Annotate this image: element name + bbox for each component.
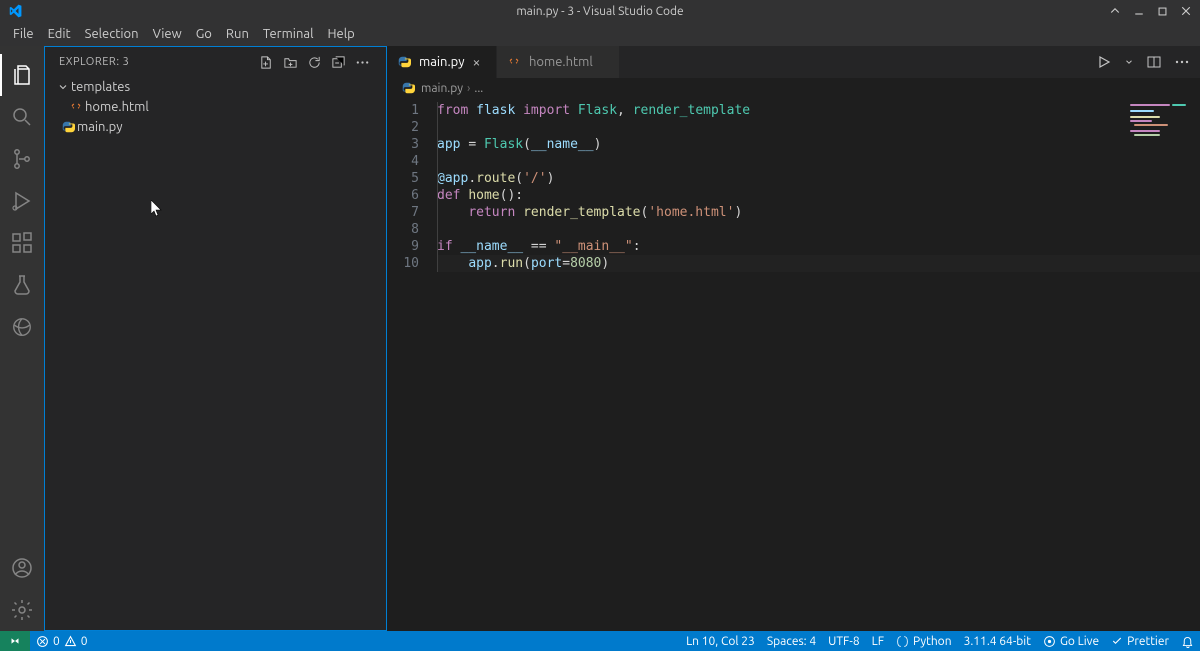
chevron-down-icon	[55, 81, 71, 93]
maximize-window-icon[interactable]	[1157, 6, 1168, 17]
run-dropdown-icon[interactable]	[1124, 57, 1134, 67]
explorer-activity-icon[interactable]	[0, 54, 44, 96]
vscode-logo-icon	[8, 3, 24, 19]
menu-bar: File Edit Selection View Go Run Terminal…	[0, 22, 1200, 46]
window-title: main.py - 3 - Visual Studio Code	[516, 5, 683, 18]
mouse-cursor-icon	[151, 200, 163, 218]
collapse-all-icon[interactable]	[328, 52, 348, 72]
menu-edit[interactable]: Edit	[41, 24, 78, 44]
cursor-position[interactable]: Ln 10, Col 23	[680, 631, 761, 651]
eol-status[interactable]: LF	[866, 631, 890, 651]
tab-label: main.py	[419, 55, 465, 69]
minimize-window-icon[interactable]	[1133, 5, 1145, 17]
html-file-icon	[67, 100, 85, 114]
problems-indicator[interactable]: 0 0	[30, 631, 94, 651]
search-activity-icon[interactable]	[0, 96, 44, 138]
tree-file-home-html[interactable]: home.html	[45, 97, 386, 117]
new-folder-icon[interactable]	[280, 52, 300, 72]
close-tab-icon[interactable]: ×	[473, 54, 481, 70]
accounts-activity-icon[interactable]	[0, 547, 44, 589]
prettier-status[interactable]: Prettier	[1105, 631, 1175, 651]
tree-folder-templates[interactable]: templates	[45, 77, 386, 97]
tab-label: home.html	[529, 55, 593, 69]
more-actions-icon[interactable]	[352, 52, 372, 72]
python-file-icon	[401, 81, 415, 95]
file-tree: templates home.html main.py	[45, 77, 386, 630]
breadcrumb-rest: ...	[474, 82, 483, 95]
python-file-icon	[59, 120, 77, 134]
errors-count: 0	[53, 635, 60, 648]
editor-tabs: main.py × home.html ×	[387, 46, 1200, 78]
python-interpreter[interactable]: 3.11.4 64-bit	[958, 631, 1037, 651]
remote-indicator[interactable]	[0, 631, 30, 651]
extensions-activity-icon[interactable]	[0, 222, 44, 264]
explorer-title: EXPLORER: 3	[59, 56, 129, 68]
run-file-icon[interactable]	[1096, 54, 1112, 70]
editor-group: main.py × home.html × main.py	[387, 46, 1200, 631]
tree-label: main.py	[77, 120, 123, 134]
breadcrumb-file: main.py	[421, 82, 463, 95]
editor-more-icon[interactable]	[1174, 54, 1190, 70]
close-window-icon[interactable]	[1180, 5, 1192, 17]
tree-file-main-py[interactable]: main.py	[45, 117, 386, 137]
code-content[interactable]: from flask import Flask, render_template…	[437, 98, 1200, 631]
menu-run[interactable]: Run	[219, 24, 256, 44]
new-file-icon[interactable]	[256, 52, 276, 72]
menu-terminal[interactable]: Terminal	[256, 24, 321, 44]
minimap[interactable]	[1120, 98, 1200, 631]
settings-activity-icon[interactable]	[0, 589, 44, 631]
html-file-icon	[507, 54, 523, 70]
testing-activity-icon[interactable]	[0, 264, 44, 306]
edge-tools-activity-icon[interactable]	[0, 306, 44, 348]
python-file-icon	[397, 54, 413, 70]
source-control-activity-icon[interactable]	[0, 138, 44, 180]
menu-file[interactable]: File	[6, 24, 41, 44]
go-live-button[interactable]: Go Live	[1037, 631, 1105, 651]
menu-help[interactable]: Help	[320, 24, 361, 44]
window-titlebar: main.py - 3 - Visual Studio Code	[0, 0, 1200, 22]
tab-main-py[interactable]: main.py ×	[387, 46, 497, 78]
run-debug-activity-icon[interactable]	[0, 180, 44, 222]
line-number-gutter: 12345678910	[387, 98, 437, 631]
warnings-count: 0	[81, 635, 88, 648]
split-editor-icon[interactable]	[1146, 54, 1162, 70]
indentation-status[interactable]: Spaces: 4	[761, 631, 822, 651]
menu-go[interactable]: Go	[189, 24, 219, 44]
activity-bar	[0, 46, 44, 631]
chevron-right-icon: ›	[467, 82, 470, 95]
refresh-icon[interactable]	[304, 52, 324, 72]
menu-selection[interactable]: Selection	[78, 24, 146, 44]
menu-view[interactable]: View	[146, 24, 189, 44]
chevron-up-window-icon[interactable]	[1109, 5, 1121, 17]
status-bar: 0 0 Ln 10, Col 23 Spaces: 4 UTF-8 LF Pyt…	[0, 631, 1200, 651]
explorer-header: EXPLORER: 3	[45, 47, 386, 77]
tree-label: home.html	[85, 100, 149, 114]
tree-label: templates	[71, 80, 130, 94]
notifications-icon[interactable]	[1175, 631, 1200, 651]
language-mode[interactable]: Python	[890, 631, 958, 651]
breadcrumbs[interactable]: main.py › ...	[387, 78, 1200, 98]
tab-home-html[interactable]: home.html ×	[497, 46, 620, 78]
code-editor[interactable]: 12345678910 from flask import Flask, ren…	[387, 98, 1200, 631]
encoding-status[interactable]: UTF-8	[822, 631, 865, 651]
explorer-sidebar: EXPLORER: 3 templates home.html	[44, 46, 387, 631]
